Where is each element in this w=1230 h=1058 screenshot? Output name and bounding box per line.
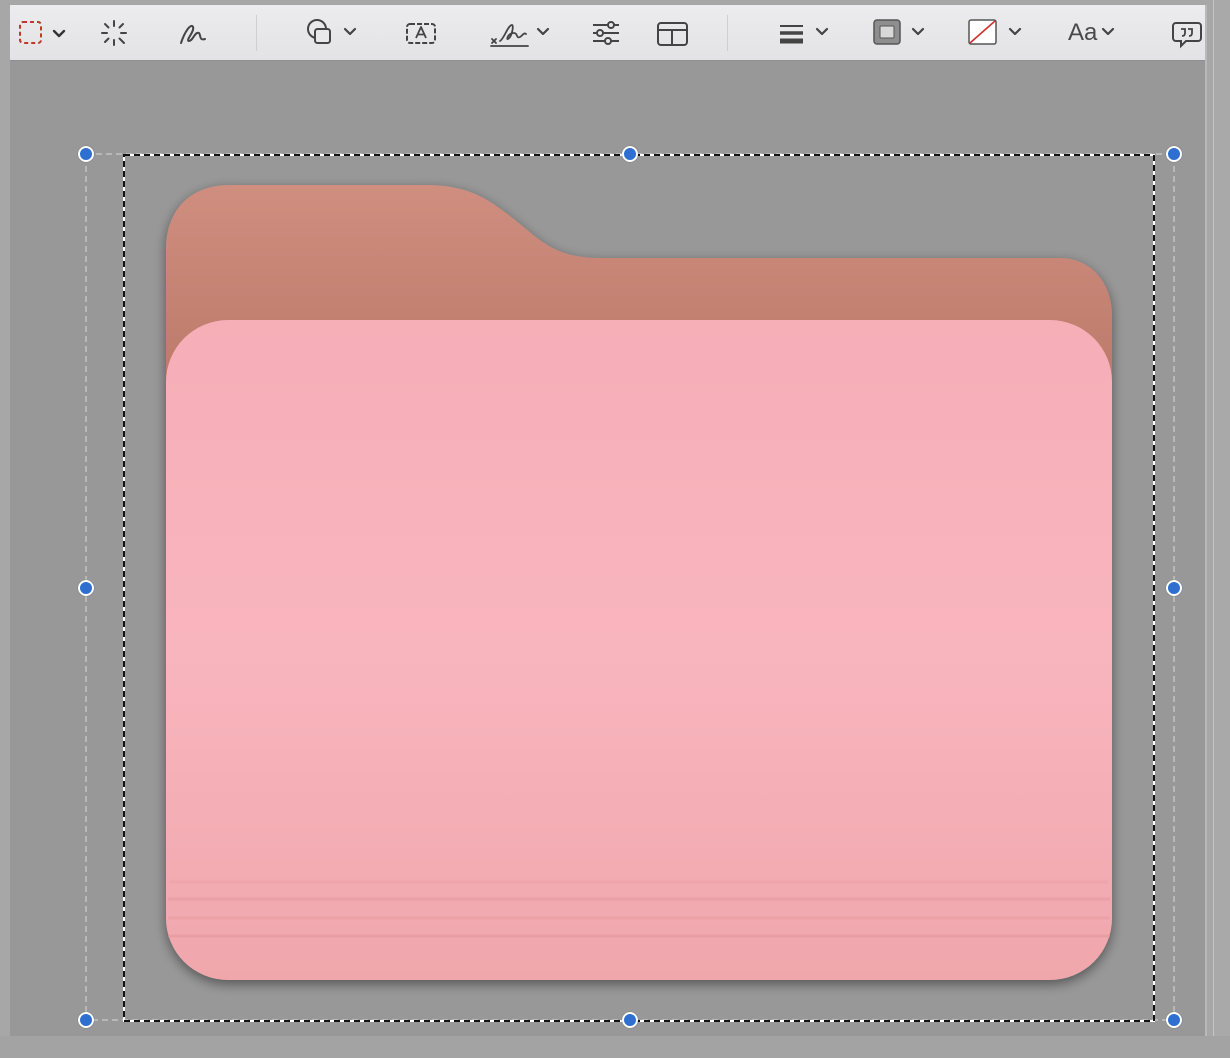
resize-handle-right[interactable]	[1166, 580, 1182, 596]
resize-handle-left[interactable]	[78, 580, 94, 596]
resize-handle-top[interactable]	[622, 146, 638, 162]
resize-handle-bottom-left[interactable]	[78, 1012, 94, 1028]
pink-folder-image	[166, 185, 1112, 980]
resize-handle-top-left[interactable]	[78, 146, 94, 162]
image-canvas[interactable]	[0, 0, 1230, 1058]
resize-handle-top-right[interactable]	[1166, 146, 1182, 162]
resize-handle-bottom-right[interactable]	[1166, 1012, 1182, 1028]
resize-handle-bottom[interactable]	[622, 1012, 638, 1028]
